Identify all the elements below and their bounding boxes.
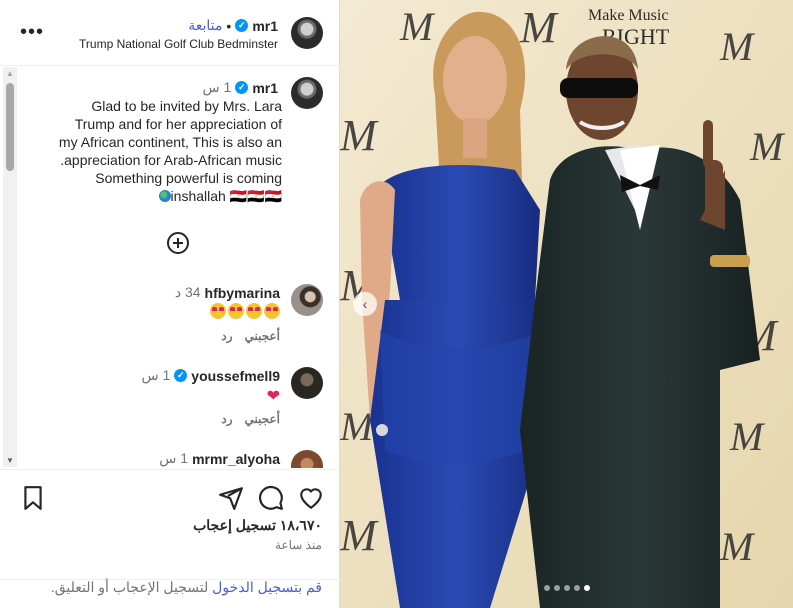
svg-text:M: M	[719, 24, 756, 69]
comment-like-button[interactable]: أعجبني	[245, 412, 280, 426]
carousel-indicator	[544, 585, 590, 591]
svg-text:M: M	[399, 4, 436, 49]
caption-avatar[interactable]	[291, 77, 323, 109]
backdrop-text: Make Music	[588, 7, 668, 24]
verified-badge-icon: ✓	[235, 81, 249, 94]
verified-badge-icon: ✓	[235, 19, 249, 32]
comment-head: youssefmell9 ✓ 1 س	[142, 367, 281, 384]
heart-eyes-emoji-icon	[246, 303, 262, 319]
login-prompt-text: لتسجيل الإعجاب أو التعليق.	[50, 579, 213, 595]
svg-text:M: M	[519, 3, 559, 52]
comment-reply-button[interactable]: رد	[221, 329, 232, 343]
globe-icon	[158, 190, 171, 202]
scroll-down-arrow-icon[interactable]: ▼	[6, 456, 14, 465]
scrollbar[interactable]: ▲ ▼	[3, 67, 17, 467]
comment-reply-button[interactable]: رد	[221, 412, 232, 426]
follow-button[interactable]: متابعة	[188, 17, 222, 34]
commenter-avatar[interactable]	[291, 284, 323, 316]
more-options-icon[interactable]: •••	[20, 22, 44, 42]
bookmark-icon[interactable]	[20, 485, 46, 511]
header-username[interactable]: mr1	[252, 18, 278, 34]
scrollbar-thumb[interactable]	[6, 83, 14, 171]
chevron-left-icon[interactable]: ‹	[353, 292, 377, 316]
heart-eyes-emoji-icon	[264, 303, 280, 319]
post-header: ••• mr1 ✓ • متابعة Trump National Golf C…	[0, 0, 340, 66]
plus-circle-icon[interactable]	[167, 232, 189, 254]
carousel-dot	[544, 585, 550, 591]
caption-line: my African continent, This is also an	[58, 134, 282, 150]
separator-dot: •	[226, 17, 232, 34]
caption-time[interactable]: 1 س	[203, 79, 232, 96]
comment-time[interactable]: 34 د	[175, 284, 201, 301]
carousel-dot	[574, 585, 580, 591]
action-bar: ١٨،٦٧٠ تسجيل إعجاب منذ ساعة قم بتسجيل ال…	[0, 469, 340, 608]
svg-text:M: M	[340, 111, 379, 160]
location-link[interactable]: Trump National Golf Club Bedminster	[79, 37, 278, 51]
caption-line: .appreciation for Arab-African music	[60, 152, 282, 168]
heart-emoji-icon: ❤	[266, 388, 280, 405]
svg-text:M: M	[749, 124, 786, 169]
comment-icon[interactable]	[258, 485, 284, 511]
caption-line-last: inshallah 🇪🇬🇪🇬🇪🇬	[37, 187, 282, 205]
carousel-dot-active	[584, 585, 590, 591]
carousel-dot	[564, 585, 570, 591]
comment-head: mrmr_alyoha 1 س	[159, 450, 280, 467]
comment-item: hfbymarina 34 د أعجبني رد	[0, 284, 340, 354]
commenter-avatar[interactable]	[291, 450, 323, 468]
caption-line: inshallah 🇪🇬🇪🇬🇪🇬	[170, 188, 282, 204]
post-time[interactable]: منذ ساعة	[275, 538, 322, 552]
comment-item: mrmr_alyoha 1 س	[0, 450, 340, 468]
comment-body	[208, 303, 280, 322]
caption-head: mr1 ✓ 1 س	[203, 79, 278, 96]
header-avatar[interactable]	[291, 17, 323, 49]
login-prompt: قم بتسجيل الدخول لتسجيل الإعجاب أو التعل…	[51, 579, 322, 596]
share-icon[interactable]	[218, 485, 244, 511]
photo-illustration: M M M M M M M M M M M Make Music RIGHT	[340, 0, 793, 608]
verified-badge-icon: ✓	[174, 369, 188, 382]
likes-count[interactable]: ١٨،٦٧٠ تسجيل إعجاب	[193, 517, 322, 534]
comment-username[interactable]: mrmr_alyoha	[192, 451, 280, 467]
heart-eyes-emoji-icon	[228, 303, 244, 319]
comment-time[interactable]: 1 س	[142, 367, 171, 384]
scroll-up-arrow-icon[interactable]: ▲	[6, 69, 14, 78]
post-side-panel: ••• mr1 ✓ • متابعة Trump National Golf C…	[0, 0, 340, 608]
post-photo[interactable]: M M M M M M M M M M M Make Music RIGHT	[340, 0, 793, 608]
caption-line: Trump and for her appreciation of	[74, 116, 282, 132]
comment-time[interactable]: 1 س	[159, 450, 188, 467]
comment-like-button[interactable]: أعجبني	[245, 329, 280, 343]
caption-line: Glad to be invited by Mrs. Lara	[91, 98, 282, 114]
caption-line: Something powerful is coming	[95, 170, 282, 186]
caption-text: Glad to be invited by Mrs. Lara Trump an…	[37, 97, 282, 205]
header-user-line: mr1 ✓ • متابعة	[188, 17, 278, 34]
comment-actions: أعجبني رد	[221, 412, 280, 426]
comment-username[interactable]: hfbymarina	[205, 285, 280, 301]
svg-text:M: M	[340, 511, 379, 560]
svg-text:M: M	[729, 414, 766, 459]
comment-item: youssefmell9 ✓ 1 س ❤ أعجبني رد	[0, 367, 340, 437]
comment-actions: أعجبني رد	[221, 329, 280, 343]
login-link[interactable]: قم بتسجيل الدخول	[212, 579, 322, 595]
caption-username[interactable]: mr1	[252, 80, 278, 96]
heart-eyes-emoji-icon	[210, 303, 226, 319]
comment-username[interactable]: youssefmell9	[191, 368, 280, 384]
heart-icon[interactable]	[298, 485, 324, 511]
comments-scroll-area[interactable]: mr1 ✓ 1 س Glad to be invited by Mrs. Lar…	[0, 67, 340, 468]
comment-head: hfbymarina 34 د	[175, 284, 280, 301]
svg-text:M: M	[719, 524, 756, 569]
commenter-avatar[interactable]	[291, 367, 323, 399]
carousel-dot	[554, 585, 560, 591]
